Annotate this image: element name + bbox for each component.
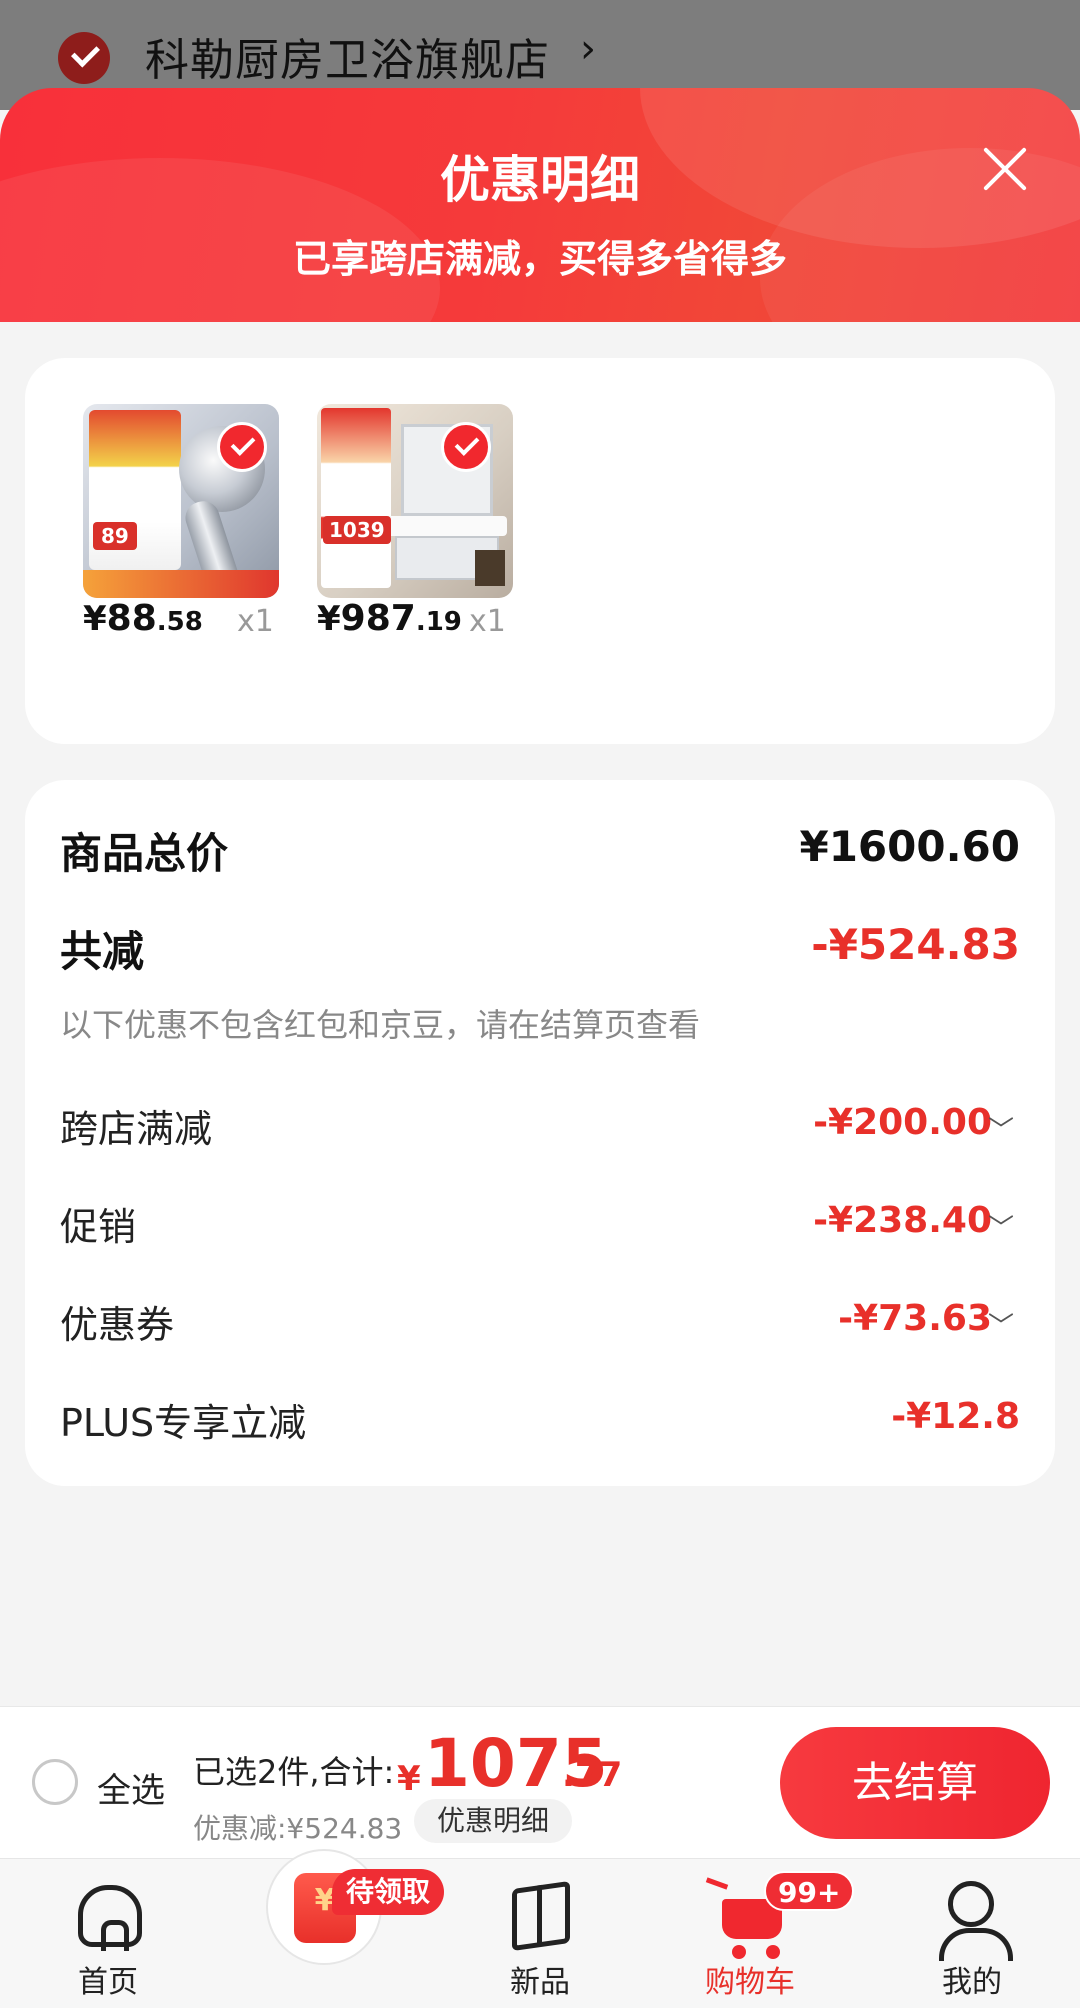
discount-detail-header: 优惠明细 已享跨店满减，买得多省得多: [0, 88, 1080, 328]
store-chevron-icon[interactable]: ›: [580, 26, 596, 72]
promo-badge[interactable]: 待领取: [332, 1869, 445, 1915]
discount-label: 跨店满减: [60, 1107, 213, 1151]
chevron-down-icon[interactable]: ﹀: [988, 1208, 1014, 1245]
total-currency-symbol: ¥: [397, 1759, 421, 1799]
total-reduction-label: 共减: [60, 927, 145, 976]
product-price: ¥987.19: [317, 598, 462, 639]
tab-home[interactable]: 首页: [8, 1859, 208, 2008]
selected-check-icon[interactable]: [441, 422, 491, 472]
reduction-note: 以下优惠不包含红包和京豆，请在结算页查看: [60, 1006, 701, 1044]
selected-count-text: 已选2件,合计:: [193, 1753, 395, 1791]
discount-amount-text: 优惠减:¥524.83: [193, 1812, 403, 1845]
checkout-bar: 全选 已选2件,合计: ¥ 1075 .77 优惠减:¥524.83 优惠明细 …: [0, 1706, 1080, 1858]
discount-label: 优惠券: [60, 1303, 175, 1347]
discount-value: -¥238.40: [813, 1200, 992, 1241]
total-amount-decimal: .77: [562, 1755, 623, 1795]
product-quantity: x1: [237, 604, 274, 639]
product-price: ¥88.58: [83, 598, 203, 639]
select-all-radio[interactable]: [32, 1759, 78, 1805]
chevron-down-icon[interactable]: ﹀: [988, 1306, 1014, 1343]
close-icon[interactable]: [975, 138, 1035, 198]
checkout-button[interactable]: 去结算: [780, 1727, 1050, 1839]
product-quantity: x1: [469, 604, 506, 639]
discount-label: 促销: [60, 1205, 137, 1249]
discount-label: PLUS专享立减: [60, 1401, 307, 1445]
total-price-value: ¥1600.60: [799, 822, 1020, 871]
store-checked-icon[interactable]: [58, 32, 110, 84]
tab-label: 我的: [942, 1965, 1002, 2000]
home-icon: [78, 1885, 142, 1951]
discount-row-plus: PLUS专享立减 -¥12.8: [60, 1392, 1020, 1452]
discount-row-promotion[interactable]: 促销 -¥238.40 ﹀: [60, 1196, 1020, 1256]
price-summary-card: 商品总价 ¥1600.60 共减 -¥524.83 以下优惠不包含红包和京豆，请…: [25, 780, 1055, 1486]
tab-new[interactable]: 新品: [440, 1859, 640, 2008]
cart-count-badge: 99+: [764, 1871, 855, 1911]
store-name[interactable]: 科勒厨房卫浴旗舰店: [145, 24, 550, 88]
panel-subtitle: 已享跨店满减，买得多省得多: [292, 237, 787, 281]
bottom-tab-bar: 首页 ¥ 待领取 新品 99+ 购物车 我的: [0, 1849, 1080, 2008]
tab-label: 首页: [78, 1965, 138, 2000]
total-price-label: 商品总价: [60, 829, 229, 878]
user-icon: [939, 1881, 1013, 1961]
total-reduction-value: -¥524.83: [811, 920, 1020, 969]
box-icon: [512, 1880, 570, 1952]
tab-label: 购物车: [705, 1965, 795, 2000]
products-card: 89 ¥88.58 x1 1039 ¥987.19 x1: [25, 358, 1055, 744]
discount-detail-button[interactable]: 优惠明细: [414, 1799, 572, 1843]
chevron-down-icon[interactable]: ﹀: [988, 1110, 1014, 1147]
tab-promo[interactable]: ¥ 待领取: [224, 1849, 445, 2008]
discount-row-cross-store[interactable]: 跨店满减 -¥200.00 ﹀: [60, 1098, 1020, 1158]
product-tag: 1039: [323, 516, 391, 544]
discount-value: -¥73.63: [838, 1298, 992, 1339]
tab-cart[interactable]: 99+ 购物车: [650, 1859, 855, 2008]
discount-row-coupon[interactable]: 优惠券 -¥73.63 ﹀: [60, 1294, 1020, 1354]
tab-me[interactable]: 我的: [872, 1859, 1072, 2008]
discount-value: -¥200.00: [813, 1102, 992, 1143]
panel-title: 优惠明细: [440, 151, 640, 209]
selected-check-icon[interactable]: [217, 422, 267, 472]
tab-label: 新品: [510, 1965, 570, 2000]
discount-value: -¥12.8: [891, 1396, 1020, 1437]
select-all-label[interactable]: 全选: [97, 1763, 165, 1812]
product-tag: 89: [93, 522, 137, 550]
